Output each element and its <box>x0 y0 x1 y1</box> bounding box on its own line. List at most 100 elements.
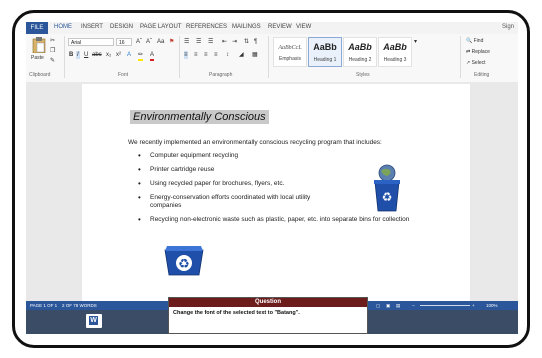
list-item[interactable]: Computer equipment recycling <box>138 152 418 160</box>
question-panel: Question Change the font of the selected… <box>168 297 368 334</box>
ribbon-tabs: FILE HOME INSERT DESIGN PAGE LAYOUT REFE… <box>26 22 518 34</box>
borders-icon[interactable]: ▦ <box>252 51 258 59</box>
svg-text:♻: ♻ <box>382 190 393 204</box>
web-layout-icon[interactable]: ▤ <box>396 303 400 309</box>
subscript-icon[interactable]: x₂ <box>106 51 111 59</box>
clipboard-icon <box>32 37 46 53</box>
tab-file[interactable]: FILE <box>26 22 48 34</box>
word-taskbar-button[interactable]: W <box>86 314 102 328</box>
align-left-icon[interactable]: ≡ <box>184 51 188 59</box>
page-count[interactable]: PAGE 1 OF 1 <box>30 303 57 308</box>
paste-label: Paste <box>31 55 44 61</box>
font-name-box[interactable]: Arial <box>68 38 114 46</box>
question-text: Change the font of the selected text to … <box>173 310 300 316</box>
question-header: Question <box>169 298 367 307</box>
separator <box>64 36 65 78</box>
print-layout-icon[interactable]: ▣ <box>386 303 390 309</box>
find-icon: 🔍 <box>466 38 473 44</box>
tab-home[interactable]: HOME <box>54 24 72 30</box>
sign-in-link[interactable]: Sign <box>502 24 514 30</box>
tab-page-layout[interactable]: PAGE LAYOUT <box>140 24 181 30</box>
replace-icon: ⇄ <box>466 49 471 55</box>
tab-insert[interactable]: INSERT <box>81 24 103 30</box>
group-label-paragraph: Paragraph <box>209 72 233 78</box>
grow-font-icon[interactable]: Aˆ <box>136 38 142 46</box>
separator <box>268 36 269 78</box>
decrease-indent-icon[interactable]: ⇤ <box>222 38 227 46</box>
highlight-icon[interactable]: ✏ <box>138 51 144 61</box>
select-button[interactable]: ↗ Select <box>466 60 486 66</box>
style-sample: AaBb <box>383 42 407 52</box>
strikethrough-icon[interactable]: abc <box>92 51 102 59</box>
cut-icon[interactable]: ✂ <box>50 37 55 45</box>
recycle-bin-globe-image: ♻ <box>374 164 400 212</box>
justify-icon[interactable]: ≡ <box>214 51 218 59</box>
recycle-bin-image: ♻ <box>164 246 204 276</box>
style-sample: AaBb <box>348 42 372 52</box>
tab-view[interactable]: VIEW <box>296 24 311 30</box>
document-intro[interactable]: We recently implemented an environmental… <box>128 139 382 146</box>
zoom-in-icon[interactable]: + <box>472 303 475 308</box>
find-label: Find <box>473 38 484 44</box>
word-count[interactable]: 2 OF 78 WORDS <box>62 303 97 308</box>
style-sample: AaBbCcL <box>278 45 302 51</box>
group-label-styles: Styles <box>356 72 370 78</box>
zoom-level[interactable]: 100% <box>486 303 498 308</box>
paste-button[interactable]: Paste <box>29 37 49 67</box>
replace-label: Replace <box>471 49 490 55</box>
bullets-icon[interactable]: ☰ <box>184 38 189 46</box>
styles-scroll-icon[interactable]: ▾ <box>414 38 417 46</box>
ribbon: Paste ✂ ❐ ✎ Clipboard Arial 16 Aˆ Aˇ Aa … <box>26 34 518 83</box>
read-mode-icon[interactable]: ▢ <box>376 303 380 309</box>
list-item[interactable]: Recycling non-electronic waste such as p… <box>138 216 420 224</box>
shading-icon[interactable]: ◢ <box>239 51 244 59</box>
underline-icon[interactable]: U <box>84 51 88 59</box>
tab-review[interactable]: REVIEW <box>268 24 292 30</box>
superscript-icon[interactable]: x² <box>116 51 121 59</box>
italic-icon[interactable]: I <box>76 51 80 59</box>
style-name: Emphasis <box>279 56 301 62</box>
text-effects-icon[interactable]: A <box>127 51 131 59</box>
shrink-font-icon[interactable]: Aˇ <box>146 38 152 46</box>
align-center-icon[interactable]: ≡ <box>194 51 198 59</box>
change-case-icon[interactable]: Aa <box>157 38 164 46</box>
line-spacing-icon[interactable]: ↕ <box>226 51 229 59</box>
style-emphasis[interactable]: AaBbCcL Emphasis <box>273 37 307 67</box>
multilevel-list-icon[interactable]: ☰ <box>208 38 213 46</box>
zoom-slider[interactable] <box>420 305 470 306</box>
tab-mailings[interactable]: MAILINGS <box>232 24 261 30</box>
list-item[interactable]: Energy-conservation efforts coordinated … <box>138 194 340 210</box>
style-sample: AaBb <box>313 42 337 52</box>
show-marks-icon[interactable]: ¶ <box>254 38 257 46</box>
copy-icon[interactable]: ❐ <box>50 47 55 55</box>
find-button[interactable]: 🔍 Find <box>466 38 483 44</box>
document-title-selected[interactable]: Environmentally Conscious <box>130 110 269 124</box>
separator <box>179 36 180 78</box>
font-size-box[interactable]: 16 <box>116 38 132 46</box>
svg-text:♻: ♻ <box>178 257 190 272</box>
bold-icon[interactable]: B <box>69 51 73 59</box>
align-right-icon[interactable]: ≡ <box>204 51 208 59</box>
font-color-icon[interactable]: A <box>150 51 155 61</box>
select-icon: ↗ <box>466 60 471 66</box>
word-icon: W <box>89 316 98 325</box>
style-heading-1[interactable]: AaBb Heading 1 <box>308 37 342 67</box>
tab-references[interactable]: REFERENCES <box>186 24 227 30</box>
sort-icon[interactable]: ⇅ <box>244 38 249 46</box>
replace-button[interactable]: ⇄ Replace <box>466 49 490 55</box>
tab-design[interactable]: DESIGN <box>110 24 133 30</box>
style-name: Heading 2 <box>348 57 372 63</box>
zoom-out-icon[interactable]: − <box>412 303 415 308</box>
style-heading-2[interactable]: AaBb Heading 2 <box>343 37 377 67</box>
separator <box>460 36 461 78</box>
style-heading-3[interactable]: AaBb Heading 3 <box>378 37 412 67</box>
clear-format-icon[interactable]: ⚑ <box>169 38 174 46</box>
group-label-clipboard: Clipboard <box>29 72 51 78</box>
numbering-icon[interactable]: ☰ <box>196 38 201 46</box>
increase-indent-icon[interactable]: ⇥ <box>232 38 237 46</box>
style-name: Heading 3 <box>383 57 407 63</box>
style-name: Heading 1 <box>313 57 337 63</box>
select-label: Select <box>471 60 486 66</box>
format-painter-icon[interactable]: ✎ <box>50 57 55 65</box>
word-window: FILE HOME INSERT DESIGN PAGE LAYOUT REFE… <box>26 22 518 334</box>
